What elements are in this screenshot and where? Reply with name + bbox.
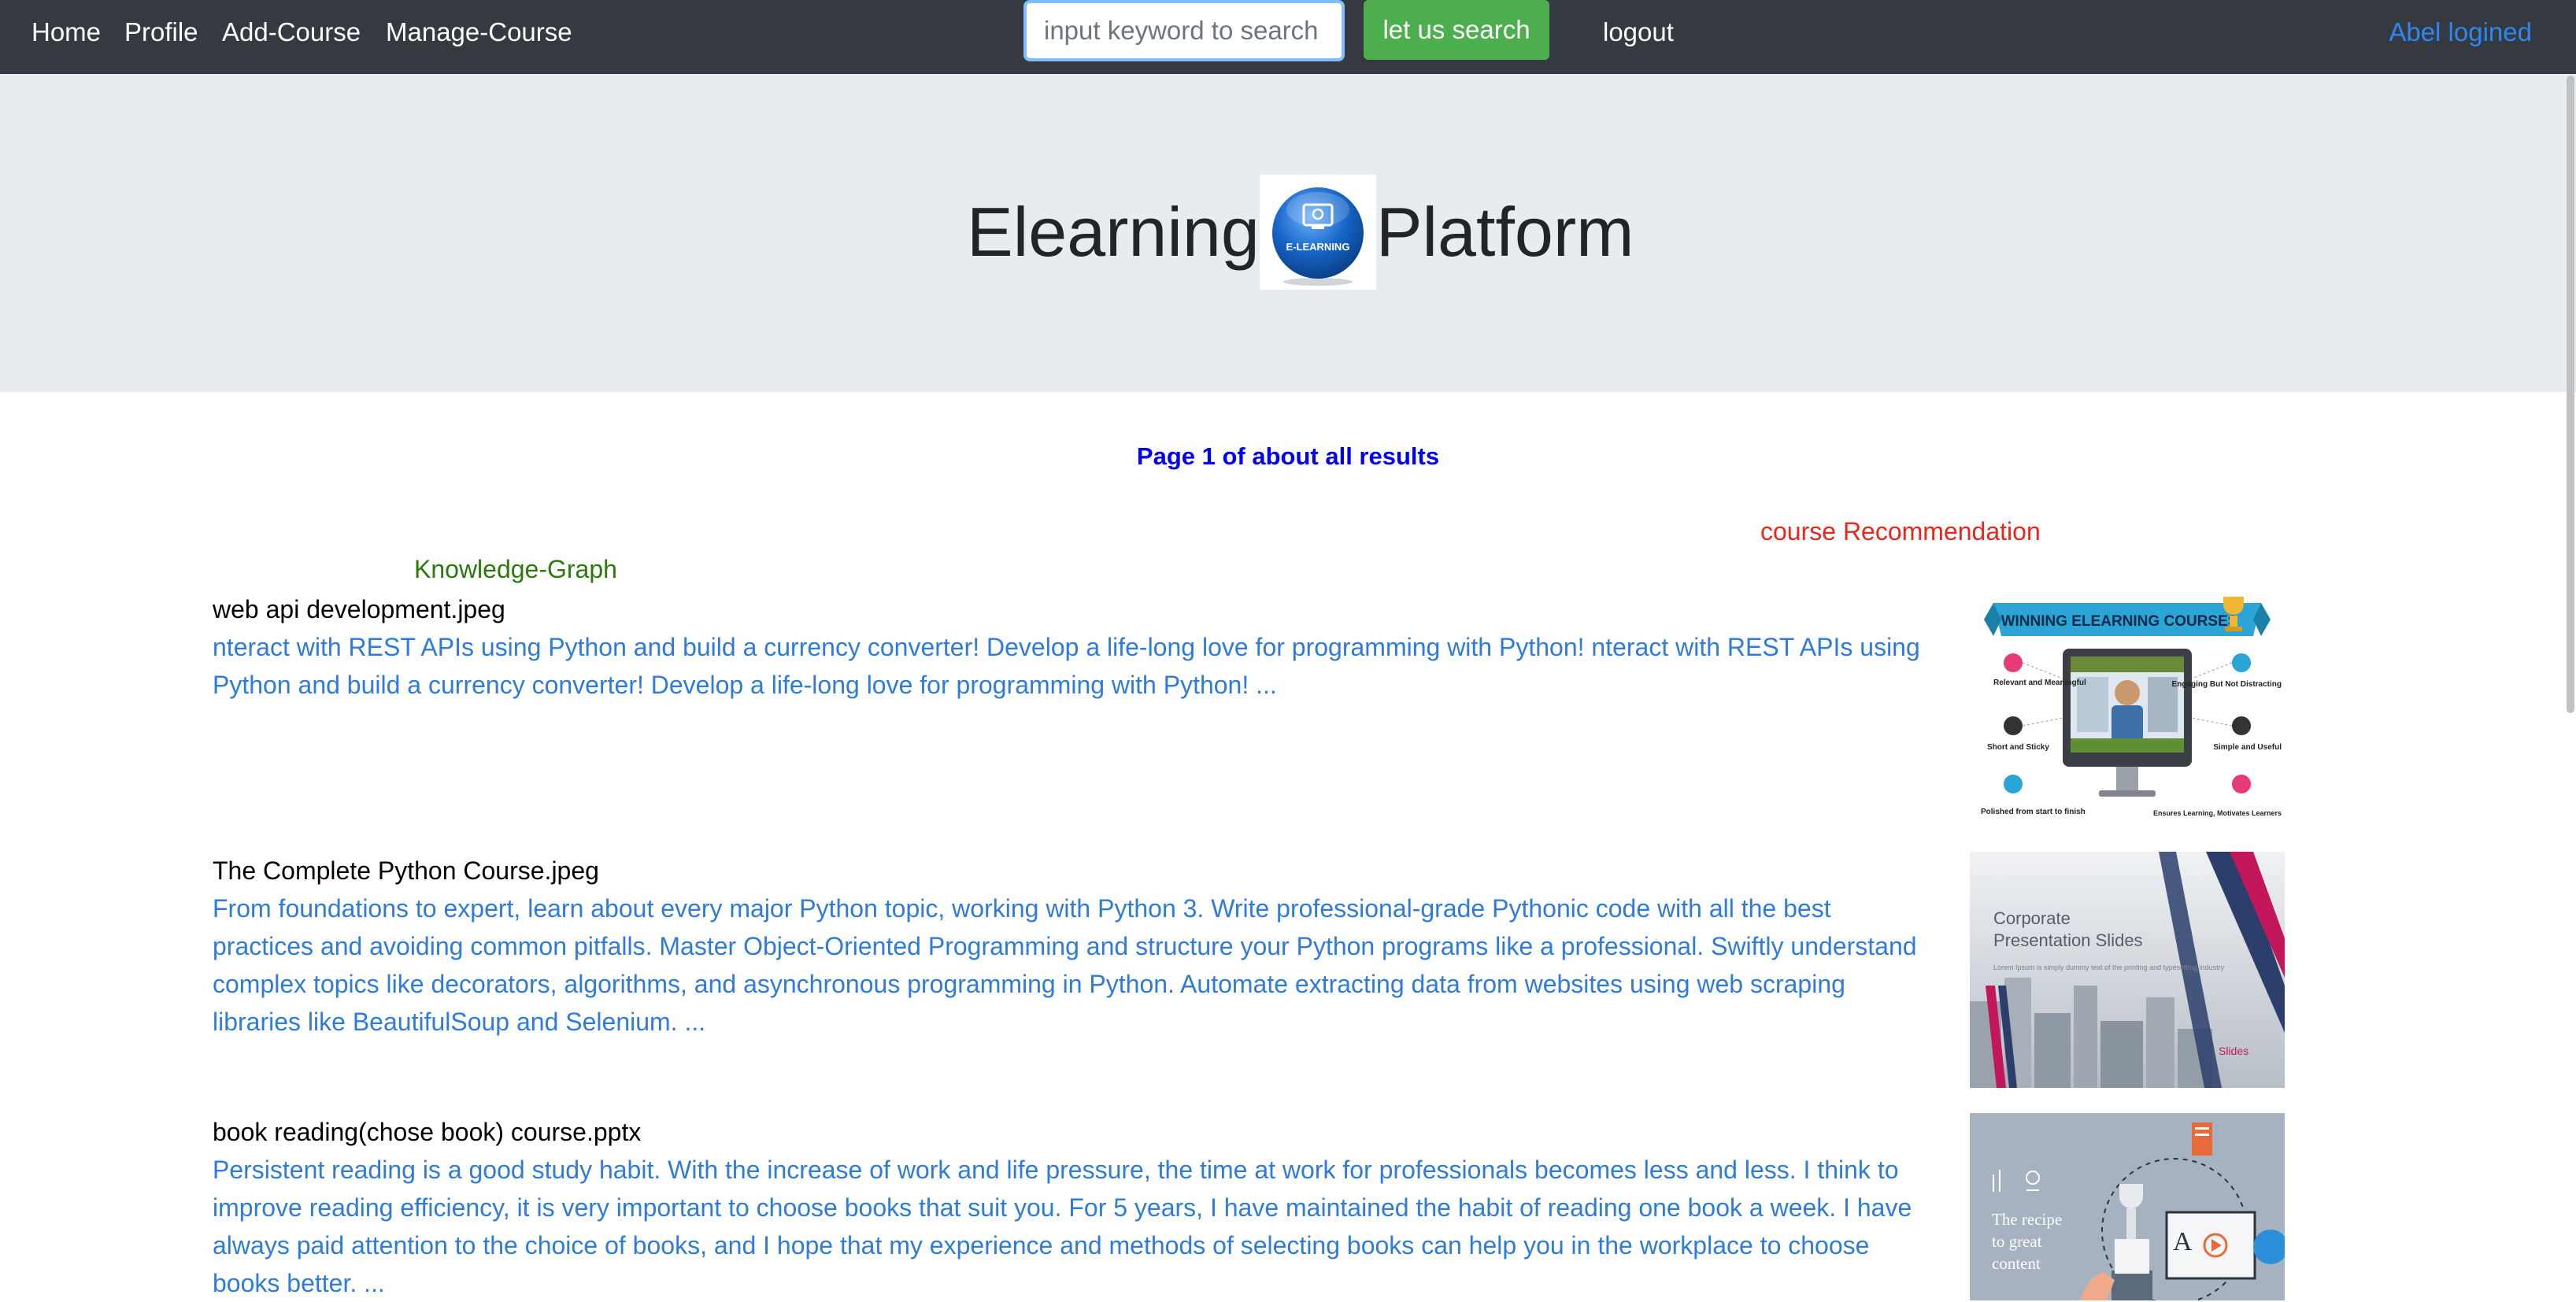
result-title[interactable]: The Complete Python Course.jpeg	[213, 852, 1929, 890]
search-result-item: book reading(chose book) course.pptx Per…	[213, 1113, 1929, 1302]
great-content-image: The recipe to great content A	[1970, 1113, 2285, 1300]
result-description[interactable]: nteract with REST APIs using Python and …	[213, 628, 1929, 704]
search-result-item: web api development.jpeg nteract with RE…	[213, 590, 1929, 704]
pagination-info: Page 1 of about all results	[1136, 442, 1440, 470]
search-input[interactable]	[1023, 0, 1345, 61]
result-description[interactable]: From foundations to expert, learn about …	[213, 890, 1929, 1041]
infographic-label: Engaging But Not Distracting	[2172, 680, 2282, 689]
logout-link[interactable]: logout	[1603, 0, 1674, 66]
result-thumbnail-3[interactable]: The recipe to great content A	[1970, 1113, 2285, 1300]
recipe-text-line: content	[1992, 1254, 2041, 1273]
logo-text: E-LEARNING	[1286, 241, 1349, 253]
knowledge-graph-link[interactable]: Knowledge-Graph	[414, 555, 617, 584]
infographic-banner-text: WINNING ELEARNING COURSES	[2001, 613, 2238, 630]
nav-manage-course-link[interactable]: Manage-Course	[386, 0, 572, 66]
infographic-label: Polished from start to finish	[1981, 808, 2086, 816]
elearning-logo-icon: E-LEARNING	[1271, 187, 1364, 286]
search-result-item: The Complete Python Course.jpeg From fou…	[213, 852, 1929, 1041]
result-title[interactable]: web api development.jpeg	[213, 590, 1929, 628]
result-title[interactable]: book reading(chose book) course.pptx	[213, 1113, 1929, 1151]
search-button[interactable]: let us search	[1364, 0, 1549, 60]
screen-letter: A	[2173, 1227, 2193, 1256]
recipe-text-line: The recipe	[1992, 1210, 2062, 1229]
presentation-slides-image: Corporate Presentation Slides Lorem Ipsu…	[1970, 852, 2285, 1088]
elearning-infographic-image: WINNING ELEARNING COURSES Relevant and M…	[1981, 597, 2282, 817]
nav-profile-link[interactable]: Profile	[124, 0, 198, 66]
infographic-label: Ensures Learning, Motivates Learners	[2153, 809, 2282, 817]
nav-home-link[interactable]: Home	[31, 0, 101, 66]
page-title-right: Platform	[1375, 193, 1634, 271]
page-title: Elearning E-LEARNING Platform	[967, 175, 1634, 290]
slide-title-line: Presentation Slides	[1993, 930, 2143, 950]
slide-brand-text: Slides	[2219, 1045, 2248, 1057]
result-thumbnail-1[interactable]: WINNING ELEARNING COURSES Relevant and M…	[1970, 592, 2285, 828]
result-description[interactable]: Persistent reading is a good study habit…	[213, 1151, 1929, 1302]
infographic-label: Relevant and Meaningful	[1993, 679, 2086, 687]
page-scrollbar[interactable]	[2567, 76, 2574, 713]
recipe-text-line: to great	[1992, 1232, 2042, 1251]
result-thumbnail-2[interactable]: Corporate Presentation Slides Lorem Ipsu…	[1970, 852, 2285, 1088]
infographic-label: Short and Sticky	[1987, 743, 2049, 752]
course-recommendation-link[interactable]: course Recommendation	[1760, 517, 2041, 546]
top-navbar: Home Profile Add-Course Manage-Course le…	[0, 0, 2576, 74]
nav-add-course-link[interactable]: Add-Course	[222, 0, 361, 66]
infographic-label: Simple and Useful	[2213, 743, 2282, 752]
page-title-left: Elearning	[967, 193, 1260, 271]
slide-body-text: Lorem Ipsum is simply dummy text of the …	[1993, 964, 2225, 971]
elearning-logo: E-LEARNING	[1259, 175, 1376, 290]
slide-title-line: Corporate	[1993, 908, 2071, 928]
user-status-link[interactable]: Abel logined	[2389, 0, 2532, 66]
